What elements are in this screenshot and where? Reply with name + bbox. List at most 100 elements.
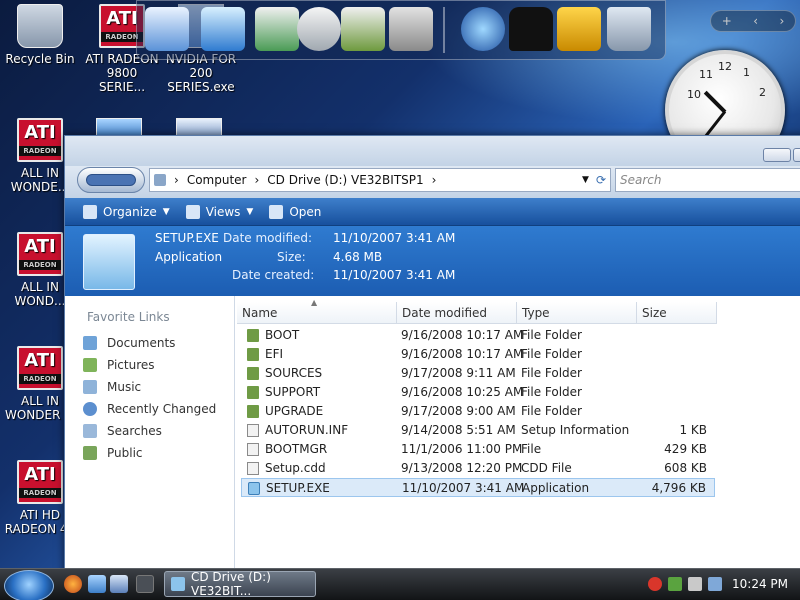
- sidebar-item-public[interactable]: Public: [65, 442, 234, 464]
- wrench-icon[interactable]: [557, 7, 601, 51]
- document-icon[interactable]: [255, 7, 299, 51]
- window-titlebar[interactable]: [65, 136, 800, 166]
- minimize-button[interactable]: [763, 148, 791, 162]
- documents-icon: [83, 336, 97, 350]
- clock-number: 10: [687, 88, 701, 101]
- disc-icon[interactable]: [297, 7, 341, 51]
- file-list: Name ▲ Date modified Type Size BOOT 9/16…: [237, 296, 800, 576]
- column-header-label: Date modified: [402, 305, 488, 320]
- volume-muted-icon[interactable]: [688, 577, 702, 591]
- details-filename: SETUP.EXE: [155, 231, 219, 245]
- table-row-selected[interactable]: SETUP.EXE 11/10/2007 3:41 AM Application…: [241, 478, 715, 497]
- details-size-label: Size:: [277, 250, 306, 264]
- quick-launch-icon[interactable]: [136, 575, 154, 593]
- power-icon[interactable]: [708, 577, 722, 591]
- file-type: File Folder: [521, 385, 582, 399]
- computer-icon[interactable]: [145, 7, 189, 51]
- recent-icon: [83, 402, 97, 416]
- network-icon[interactable]: [201, 7, 245, 51]
- navigation-pane: Favorite Links Documents Pictures Music …: [65, 296, 235, 576]
- column-header-date-modified[interactable]: Date modified: [397, 302, 517, 324]
- sidebar-item-label: Public: [107, 446, 143, 460]
- details-pane: SETUP.EXE Application Date modified: 11/…: [65, 226, 800, 296]
- file-modified: 9/16/2008 10:25 AM: [401, 385, 524, 399]
- sidebar-item-pictures[interactable]: Pictures: [65, 354, 234, 376]
- views-button[interactable]: Views ▼: [185, 204, 253, 219]
- open-button[interactable]: Open: [269, 204, 322, 219]
- details-modified-label: Date modified:: [223, 231, 313, 245]
- column-header-label: Type: [522, 305, 550, 320]
- table-row[interactable]: BOOT 9/16/2008 10:17 AM File Folder: [241, 326, 715, 345]
- tools-icon[interactable]: [389, 7, 433, 51]
- folder-icon: [247, 367, 259, 380]
- table-row[interactable]: EFI 9/16/2008 10:17 AM File Folder: [241, 345, 715, 364]
- file-modified: 9/16/2008 10:17 AM: [401, 328, 524, 342]
- organize-button[interactable]: Organize ▼: [83, 204, 170, 219]
- sidebar-item-recently-changed[interactable]: Recently Changed: [65, 398, 234, 420]
- column-header-size[interactable]: Size: [637, 302, 717, 324]
- file-modified: 9/14/2008 5:51 AM: [401, 423, 516, 437]
- organize-label: Organize: [103, 204, 157, 219]
- clock-number: 12: [718, 60, 732, 73]
- taskbar-button-label: CD Drive (D:) VE32BIT...: [191, 570, 271, 598]
- file-name: BOOTMGR: [265, 442, 328, 456]
- file-size: 1 KB: [679, 423, 707, 437]
- file-name: BOOT: [265, 328, 300, 342]
- sidebar-item-documents[interactable]: Documents: [65, 332, 234, 354]
- prev-gadget-button[interactable]: ‹: [753, 14, 758, 28]
- recycle-bin-icon[interactable]: [607, 7, 651, 51]
- table-row[interactable]: UPGRADE 9/17/2008 9:00 AM File Folder: [241, 402, 715, 421]
- network-status-icon[interactable]: [668, 577, 682, 591]
- desktop-icon-recycle-bin[interactable]: Recycle Bin: [2, 4, 78, 66]
- maximize-button[interactable]: [793, 148, 800, 162]
- table-row[interactable]: SOURCES 9/17/2008 9:11 AM File Folder: [241, 364, 715, 383]
- next-gadget-button[interactable]: ›: [779, 14, 784, 28]
- file-type: Setup Information: [521, 423, 630, 437]
- table-row[interactable]: Setup.cdd 9/13/2008 12:20 PM CDD File 60…: [241, 459, 715, 478]
- system-tray: 10:24 PM: [648, 571, 798, 597]
- file-modified: 9/17/2008 9:11 AM: [401, 366, 516, 380]
- security-alert-icon[interactable]: [648, 577, 662, 591]
- details-filetype: Application: [155, 250, 223, 264]
- explorer-icon: [171, 577, 185, 591]
- address-dropdown-icon[interactable]: ▼: [582, 175, 589, 185]
- add-gadget-button[interactable]: +: [722, 14, 732, 28]
- firefox-icon[interactable]: [64, 575, 82, 593]
- folder-icon: [247, 386, 259, 399]
- file-size: 429 KB: [664, 442, 707, 456]
- organize-icon: [83, 204, 97, 219]
- column-header-name[interactable]: Name ▲: [237, 298, 397, 324]
- file-name: SETUP.EXE: [266, 481, 330, 495]
- clock-number: 11: [699, 68, 713, 81]
- start-button[interactable]: [4, 570, 54, 600]
- table-row[interactable]: SUPPORT 9/16/2008 10:25 AM File Folder: [241, 383, 715, 402]
- column-header-type[interactable]: Type: [517, 302, 637, 324]
- clock-number: 2: [759, 86, 766, 99]
- details-created-label: Date created:: [232, 268, 315, 282]
- open-label: Open: [289, 204, 322, 219]
- open-icon: [269, 204, 284, 219]
- views-label: Views: [205, 204, 241, 219]
- sidebar-item-music[interactable]: Music: [65, 376, 234, 398]
- taskbar-button-explorer[interactable]: CD Drive (D:) VE32BIT...: [164, 570, 316, 598]
- ati-logo-icon: ATI RADEON: [17, 232, 63, 276]
- pictures-icon[interactable]: [341, 7, 385, 51]
- gadget-bar: + ‹ ›: [710, 10, 796, 32]
- refresh-icon[interactable]: ⟳: [596, 173, 606, 187]
- address-bar[interactable]: › Computer › CD Drive (D:) VE32BITSP1 › …: [149, 168, 611, 192]
- globe-icon[interactable]: [461, 7, 505, 51]
- ati-logo-icon: ATI RADEON: [17, 118, 63, 162]
- table-row[interactable]: BOOTMGR 11/1/2006 11:00 PM File 429 KB: [241, 440, 715, 459]
- switch-windows-icon[interactable]: [110, 575, 128, 593]
- breadcrumb-cd-drive[interactable]: CD Drive (D:) VE32BITSP1: [267, 173, 423, 187]
- sidebar-item-searches[interactable]: Searches: [65, 420, 234, 442]
- taskbar-clock[interactable]: 10:24 PM: [732, 577, 788, 591]
- file-icon: [247, 462, 259, 475]
- shirt-icon[interactable]: [509, 7, 553, 51]
- breadcrumb-computer[interactable]: Computer: [187, 173, 247, 187]
- table-row[interactable]: AUTORUN.INF 9/14/2008 5:51 AM Setup Info…: [241, 421, 715, 440]
- show-desktop-icon[interactable]: [88, 575, 106, 593]
- back-forward-buttons[interactable]: [77, 167, 145, 193]
- search-input[interactable]: Search: [615, 168, 800, 192]
- sidebar-item-label: Documents: [107, 336, 176, 350]
